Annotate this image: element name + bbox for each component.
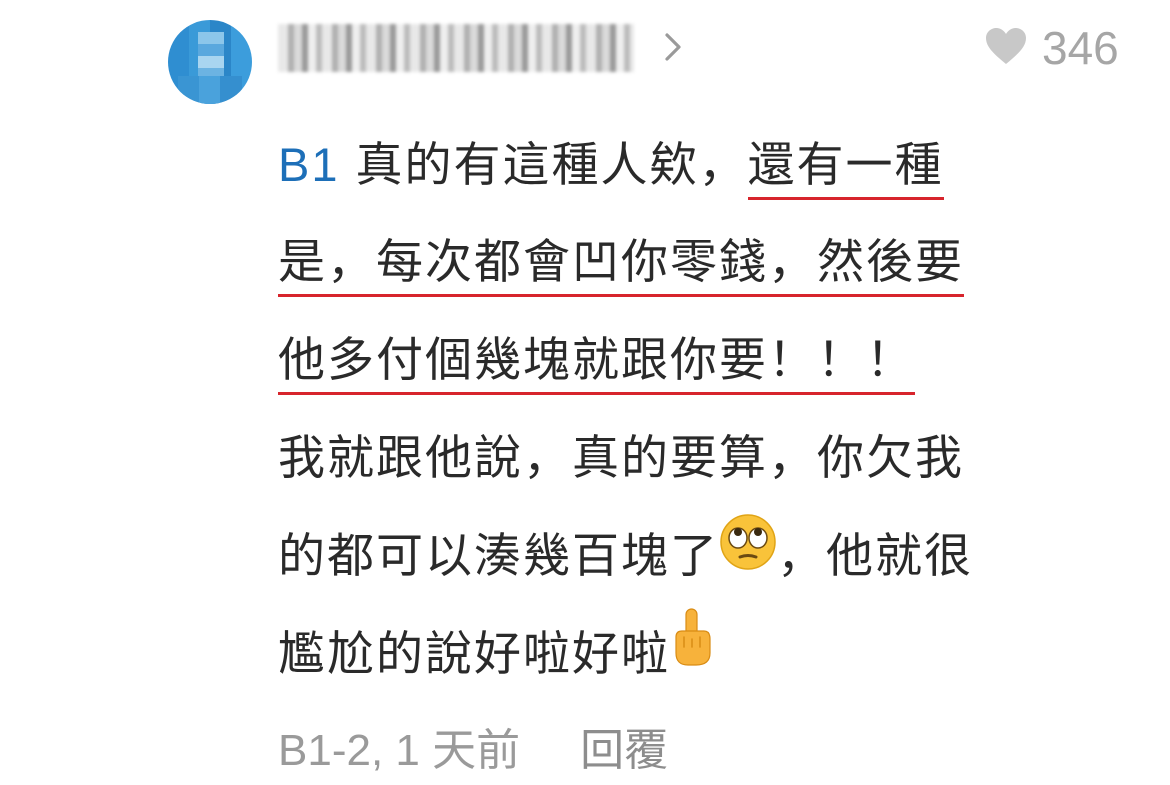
comment-text-segment: 尷尬的說好啦好啦 — [278, 627, 670, 682]
chevron-right-icon[interactable] — [662, 30, 684, 64]
comment-line-6: 尷尬的說好啦好啦 — [278, 606, 1118, 704]
comment-line-3: 他多付個幾塊就跟你要！！！ — [278, 312, 1118, 410]
comment-line-5: 的都可以湊幾百塊了 ，他就很 — [278, 508, 1118, 606]
comment-text-segment: 真的有這種人欸， — [355, 138, 748, 193]
underlined-text-segment: 他多付個幾塊就跟你要！！！ — [278, 333, 915, 395]
username-blurred[interactable] — [278, 24, 634, 72]
comment-text-segment: 的都可以湊幾百塊了 — [278, 529, 719, 584]
comment-line-2: 是，每次都會凹你零錢，然後要 — [278, 214, 1118, 312]
face-with-rolling-eyes-emoji — [719, 507, 777, 605]
like-count: 346 — [1042, 22, 1119, 74]
like-button[interactable]: 346 — [984, 22, 1119, 74]
underlined-text-segment: 還有一種 — [747, 138, 944, 200]
comment-meta: B1-2, 1 天前 — [278, 726, 521, 775]
floor-label: B1 — [278, 138, 340, 191]
comment-text-segment: 我就跟他說，真的要算，你欠我 — [278, 431, 964, 486]
comment-text-segment: ，他就很 — [777, 529, 973, 584]
avatar[interactable] — [168, 20, 252, 104]
comment-body: B1 真的有這種人欸，還有一種 是，每次都會凹你零錢，然後要 他多付個幾塊就跟你要… — [278, 116, 1118, 704]
underlined-text-segment: 是，每次都會凹你零錢，然後要 — [278, 235, 964, 297]
pointing-up-finger-emoji — [670, 605, 714, 703]
heart-icon — [984, 26, 1028, 70]
comment-line-1: B1 真的有這種人欸，還有一種 — [278, 116, 1118, 214]
reply-button[interactable]: 回覆 — [580, 714, 668, 778]
comment-footer: B1-2, 1 天前 回覆 — [278, 716, 668, 776]
comment-card: 346 B1 真的有這種人欸，還有一種 是，每次都會凹你零錢，然後要 他多付個幾塊… — [0, 0, 1170, 785]
comment-line-4: 我就跟他說，真的要算，你欠我 — [278, 410, 1118, 508]
